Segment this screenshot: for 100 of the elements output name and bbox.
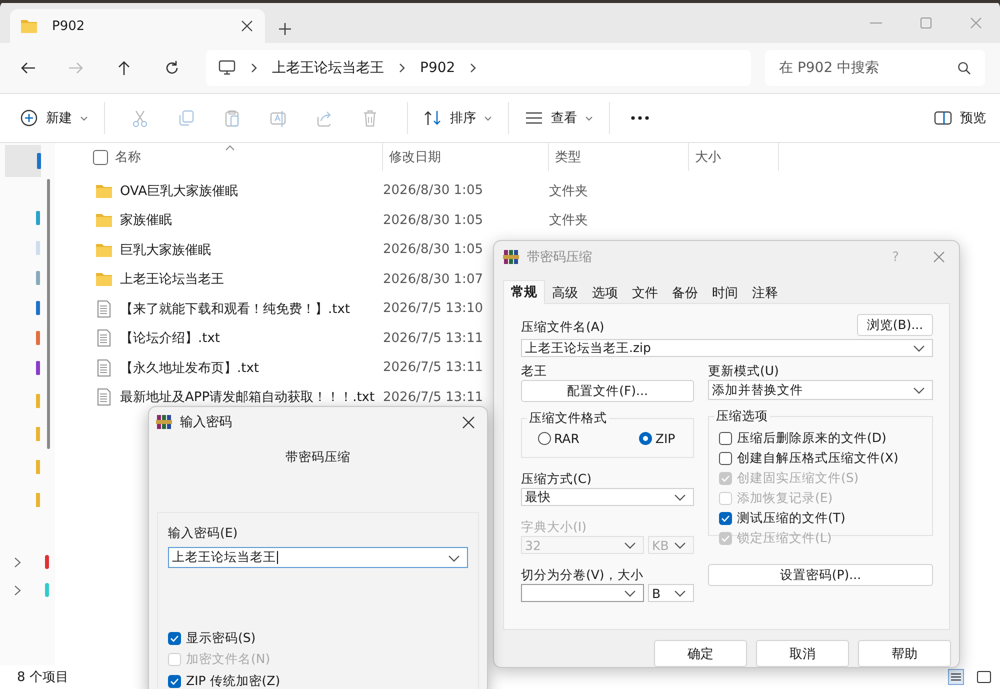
checkbox-label: 显示密码(S) <box>186 630 256 646</box>
radio-button[interactable] <box>538 432 551 444</box>
tab[interactable]: 常规 <box>503 280 545 304</box>
view-button[interactable]: 查看 <box>523 105 595 131</box>
checkbox[interactable] <box>168 674 181 688</box>
dialog-title: 带密码压缩 <box>527 249 592 266</box>
checkbox-label: 测试压缩的文件(T) <box>737 510 846 526</box>
archive-name-field[interactable]: 上老王论坛当老王.zip <box>521 339 933 357</box>
sidebar-icon <box>36 211 40 225</box>
more-icon[interactable] <box>630 115 650 121</box>
checkbox-label: 添加恢复记录(E) <box>737 490 833 506</box>
column-header[interactable]: 修改日期 <box>383 143 549 171</box>
file-type: 文件夹 <box>549 212 588 230</box>
text-file-icon <box>95 300 113 318</box>
sidebar-icon <box>45 583 49 597</box>
sort-caret-icon <box>225 145 235 151</box>
dialog-button[interactable]: 帮助 <box>858 640 951 667</box>
select-all-checkbox[interactable] <box>93 150 108 164</box>
file-name[interactable]: 【永久地址发布页】.txt <box>120 358 260 377</box>
breadcrumb[interactable]: P902 <box>420 60 456 76</box>
file-name[interactable]: 巨乳大家族催眠 <box>120 240 211 259</box>
date-modified: 2026/8/30 1:05 <box>383 183 483 198</box>
radio-button[interactable] <box>639 432 652 444</box>
update-mode-dropdown[interactable]: 添加并替换文件 <box>708 380 933 400</box>
column-header[interactable]: 类型 <box>549 143 689 171</box>
text-file-icon <box>95 388 113 406</box>
password-field[interactable]: 上老王论坛当老王 <box>168 547 468 568</box>
checkbox[interactable] <box>168 632 181 644</box>
tab-title: P902 <box>52 18 86 34</box>
sidebar-icon <box>36 331 40 345</box>
file-name[interactable]: 【来了就能下载和观看！纯免费！】.txt <box>120 300 350 318</box>
profile-button[interactable]: 配置文件(F)... <box>521 380 694 402</box>
file-name[interactable]: OVA巨乳大家族催眠 <box>120 182 238 200</box>
field-value: 添加并替换文件 <box>712 382 803 398</box>
new-tab-icon[interactable] <box>279 23 291 35</box>
sort-button[interactable]: 排序 <box>422 105 494 131</box>
scrollbar[interactable] <box>47 179 50 449</box>
sidebar-icon <box>45 555 49 569</box>
field-value: KB <box>652 538 669 552</box>
caret-icon <box>585 114 593 122</box>
date-modified: 2026/8/30 1:05 <box>383 242 483 258</box>
dialog-button[interactable]: 确定 <box>654 640 747 667</box>
list-icon <box>525 111 543 125</box>
checkbox[interactable] <box>719 512 732 524</box>
field-label: 输入密码(E) <box>168 525 239 542</box>
checkbox-label: ZIP 传统加密(Z) <box>186 672 280 689</box>
checkbox[interactable] <box>719 432 732 444</box>
field-value: 最快 <box>525 488 551 506</box>
field-label: 更新模式(U) <box>708 362 780 380</box>
checkbox-label: 加密文件名(N) <box>186 651 270 668</box>
set-password-button[interactable]: 设置密码(P)... <box>708 564 933 586</box>
file-name[interactable]: 【论坛介绍】.txt <box>120 329 220 348</box>
checkbox-label: 创建自解压格式压缩文件(X) <box>737 450 898 466</box>
group-label: 压缩选项 <box>714 408 770 425</box>
unit-dropdown[interactable]: B <box>648 584 694 602</box>
checkbox-label: 压缩后删除原来的文件(D) <box>737 430 886 446</box>
preview-button[interactable]: 预览 <box>932 105 988 131</box>
up-icon[interactable] <box>116 60 132 76</box>
tab[interactable]: P902 <box>10 9 265 43</box>
new-button[interactable]: 新建 <box>18 105 90 131</box>
chevron-icon <box>250 62 258 74</box>
field-label: 压缩方式(C) <box>521 470 592 488</box>
file-name[interactable]: 上老王论坛当老王 <box>120 270 224 288</box>
tiles-view-icon[interactable] <box>976 669 992 685</box>
preview-pane-icon <box>934 111 952 125</box>
chevron-icon <box>469 62 478 74</box>
field-label: 切分为分卷(V)，大小 <box>521 566 644 584</box>
column-header[interactable]: 名称 <box>109 143 383 171</box>
file-name[interactable]: 家族催眠 <box>120 211 172 230</box>
close-icon[interactable] <box>462 416 475 428</box>
field-label: 老王 <box>521 362 548 380</box>
radio-label: RAR <box>554 430 580 446</box>
date-modified: 2026/7/5 13:10 <box>383 301 483 316</box>
address-bar[interactable]: 上老王论坛当老王 P902 <box>206 50 751 86</box>
breadcrumb[interactable]: 上老王论坛当老王 <box>272 59 384 77</box>
close-icon[interactable] <box>241 20 253 32</box>
column-header[interactable]: 大小 <box>689 143 779 171</box>
dialog-title: 输入密码 <box>180 414 232 431</box>
field-value: 32 <box>525 538 541 552</box>
date-modified: 2026/7/5 13:11 <box>383 330 483 346</box>
chevron-icon <box>398 62 406 74</box>
volume-size-dropdown[interactable] <box>521 584 644 602</box>
field-value: 上老王论坛当老王.zip <box>525 340 651 356</box>
back-icon[interactable] <box>20 60 36 76</box>
browse-button[interactable]: 浏览(B)... <box>857 314 933 336</box>
search-field[interactable]: 在 P902 中搜索 <box>765 50 985 86</box>
date-modified: 2026/7/5 13:11 <box>383 390 483 405</box>
refresh-icon[interactable] <box>164 60 180 76</box>
expand-icon[interactable] <box>14 584 21 596</box>
details-view-icon[interactable] <box>948 669 964 685</box>
checkbox[interactable] <box>719 452 732 464</box>
sidebar-icon <box>36 241 40 255</box>
sidebar-item[interactable] <box>5 145 41 177</box>
expand-icon[interactable] <box>14 556 21 568</box>
file-type: 文件夹 <box>549 182 588 200</box>
method-dropdown[interactable]: 最快 <box>521 488 694 506</box>
dialog-button[interactable]: 取消 <box>756 640 849 667</box>
file-name[interactable]: 最新地址及APP请发邮箱自动获取！！！.txt <box>120 388 375 406</box>
sidebar-icon <box>36 361 40 375</box>
item-count: 8 个项目 <box>17 669 68 686</box>
